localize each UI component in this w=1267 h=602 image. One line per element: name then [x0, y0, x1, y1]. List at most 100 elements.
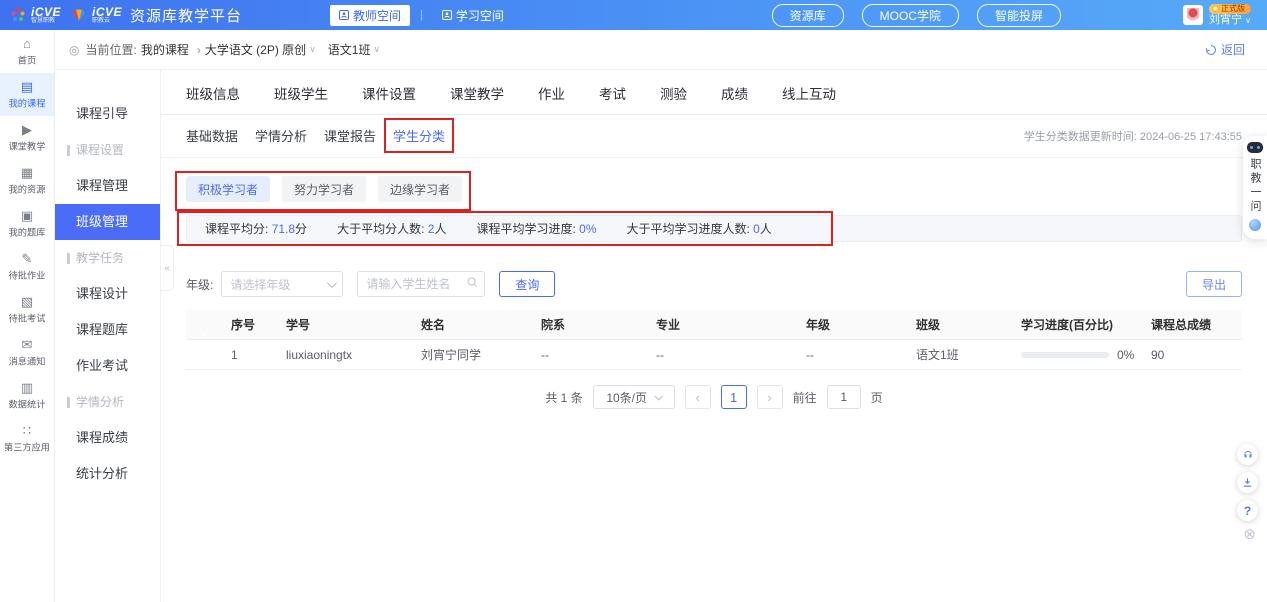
page-number-button[interactable]: 1	[721, 385, 747, 409]
table-row: 1 liuxiaoningtx 刘宵宁同学 -- -- -- 语文1班 0% 9…	[186, 340, 1242, 370]
assistant-label: 职教一问	[1247, 158, 1263, 214]
col-department: 院系	[541, 316, 656, 333]
sidebar-collapse-handle[interactable]: «	[161, 245, 174, 291]
zjy-fan-icon	[71, 7, 87, 23]
submenu-item-statistical-analysis[interactable]: 统计分析	[55, 456, 160, 492]
subtab-class-report[interactable]: 课堂报告	[324, 126, 376, 145]
cell-major: --	[656, 348, 806, 362]
help-button[interactable]: ?	[1237, 500, 1258, 521]
video-icon: ▶	[22, 123, 32, 136]
tab-online-interaction[interactable]: 线上互动	[782, 83, 836, 103]
message-icon: ✉	[22, 338, 33, 351]
submenu-item-course-question-bank[interactable]: 课程题库	[55, 312, 160, 348]
submenu-item-course-design[interactable]: 课程设计	[55, 276, 160, 312]
sidebar-item-my-resources[interactable]: ▦ 我的资源	[0, 159, 54, 202]
apps-grid-icon: ∷	[23, 424, 31, 437]
tab-classroom-teaching[interactable]: 课堂教学	[450, 83, 504, 103]
tab-courseware-settings[interactable]: 课件设置	[362, 83, 416, 103]
submenu-item-course-guide[interactable]: 课程引导	[55, 96, 160, 132]
col-seq: 序号	[231, 316, 286, 333]
resource-library-button[interactable]: 资源库	[772, 4, 844, 27]
query-button[interactable]: 查询	[499, 271, 555, 297]
version-badge: 正式版	[1209, 4, 1251, 15]
breadcrumb-class-select[interactable]: 语文1班 ∨	[328, 41, 380, 58]
grade-select[interactable]: 请选择年级	[221, 271, 343, 297]
sidebar-item-notifications[interactable]: ✉ 消息通知	[0, 331, 54, 374]
mooc-college-button[interactable]: MOOC学院	[862, 4, 959, 27]
sidebar-item-pending-homework[interactable]: ✎ 待批作业	[0, 245, 54, 288]
sidebar-item-question-bank[interactable]: ▣ 我的题库	[0, 202, 54, 245]
breadcrumb-course-select[interactable]: 大学语文 (2P) 原创 ∨	[205, 41, 316, 58]
submenu-item-homework-exam[interactable]: 作业考试	[55, 348, 160, 384]
analysis-subtabs: 基础数据 学情分析 课堂报告 学生分类 学生分类数据更新时间: 2024-06-…	[161, 115, 1267, 158]
tab-quiz[interactable]: 测验	[660, 83, 687, 103]
student-name-input[interactable]	[357, 271, 485, 297]
nav-divider: |	[420, 9, 423, 21]
jump-suffix: 页	[871, 389, 883, 406]
submenu-group-learning-analysis: 学情分析	[55, 384, 160, 420]
medal-icon	[1212, 5, 1219, 12]
category-active-learners[interactable]: 积极学习者	[186, 176, 270, 202]
tab-homework[interactable]: 作业	[538, 83, 565, 103]
tab-grades[interactable]: 成绩	[721, 83, 748, 103]
export-button[interactable]: 导出	[1186, 271, 1242, 297]
col-major: 专业	[656, 316, 806, 333]
brand-subname-2: 职教云	[92, 18, 122, 24]
sidebar-item-home[interactable]: ⌂ 首页	[0, 30, 54, 73]
submenu-group-course-settings: 课程设置	[55, 132, 160, 168]
cell-student-id: liuxiaoningtx	[286, 348, 421, 362]
submenu-item-course-grades[interactable]: 课程成绩	[55, 420, 160, 456]
teacher-space-tab[interactable]: 教师空间	[330, 5, 410, 26]
space-switcher: 教师空间 | 学习空间	[330, 5, 513, 26]
sidebar-item-pending-exams[interactable]: ▧ 待批考试	[0, 288, 54, 331]
brand-logo-secondary: iCVE 职教云	[71, 6, 122, 24]
brand-name: iCVE	[31, 6, 61, 18]
home-icon: ⌂	[23, 37, 31, 50]
homework-icon: ✎	[22, 252, 33, 265]
customer-service-button[interactable]	[1237, 444, 1258, 465]
subtab-student-classification[interactable]: 学生分类	[393, 126, 445, 145]
next-page-button[interactable]: ›	[757, 385, 783, 409]
cell-class: 语文1班	[916, 346, 1021, 363]
class-tabs: 班级信息 班级学生 课件设置 课堂教学 作业 考试 测验 成绩 线上互动	[161, 70, 1267, 115]
close-circle-icon: ⊗	[1243, 526, 1256, 543]
user-avatar	[1183, 5, 1203, 25]
brand-subname: 智慧职教	[31, 18, 61, 24]
jump-label: 前往	[793, 389, 817, 406]
jump-page-input[interactable]	[827, 385, 861, 409]
submenu-item-class-management[interactable]: 班级管理	[55, 204, 160, 240]
question-icon: ?	[1244, 504, 1251, 518]
tab-class-students[interactable]: 班级学生	[274, 83, 328, 103]
subtab-basic-data[interactable]: 基础数据	[186, 126, 238, 145]
submenu-item-course-management[interactable]: 课程管理	[55, 168, 160, 204]
chevron-down-icon: ∨	[309, 44, 316, 55]
user-menu[interactable]: 正式版 刘宵宁 ∨	[1183, 4, 1251, 27]
sidebar-item-third-party[interactable]: ∷ 第三方应用	[0, 417, 54, 460]
cell-progress: 0%	[1021, 348, 1151, 362]
student-space-tab[interactable]: 学习空间	[433, 5, 513, 26]
chevron-down-icon: ∨	[1245, 16, 1251, 25]
sidebar-item-classroom-teaching[interactable]: ▶ 课堂教学	[0, 116, 54, 159]
pagination: 共 1 条 10条/页 ‹ 1 › 前往 页	[161, 385, 1267, 409]
category-hardworking-learners[interactable]: 努力学习者	[282, 176, 366, 202]
tab-exam[interactable]: 考试	[599, 83, 626, 103]
col-student-id: 学号	[286, 316, 421, 333]
location-icon: ◎	[69, 43, 79, 57]
assistant-widget[interactable]: 职教一问	[1243, 136, 1267, 239]
category-marginal-learners[interactable]: 边缘学习者	[378, 176, 462, 202]
back-button[interactable]: 返回	[1205, 41, 1245, 58]
per-page-select[interactable]: 10条/页	[593, 385, 675, 409]
breadcrumb-label: 当前位置:	[85, 41, 136, 58]
sidebar-item-statistics[interactable]: ▥ 数据统计	[0, 374, 54, 417]
prev-page-button[interactable]: ‹	[685, 385, 711, 409]
breadcrumb-separator: ›	[197, 43, 201, 57]
brand-logo-primary: iCVE 智慧职教	[10, 6, 61, 24]
subtab-learning-analysis[interactable]: 学情分析	[255, 126, 307, 145]
download-button[interactable]	[1237, 472, 1258, 493]
breadcrumb-root[interactable]: 我的课程	[141, 41, 189, 58]
sidebar-item-my-courses[interactable]: ▤ 我的课程	[0, 73, 54, 116]
header-actions: 资源库 MOOC学院 智能投屏	[772, 4, 1061, 27]
collapse-floats-button[interactable]: ⊗	[1243, 527, 1256, 542]
tab-class-info[interactable]: 班级信息	[186, 83, 240, 103]
smart-cast-button[interactable]: 智能投屏	[977, 4, 1061, 27]
